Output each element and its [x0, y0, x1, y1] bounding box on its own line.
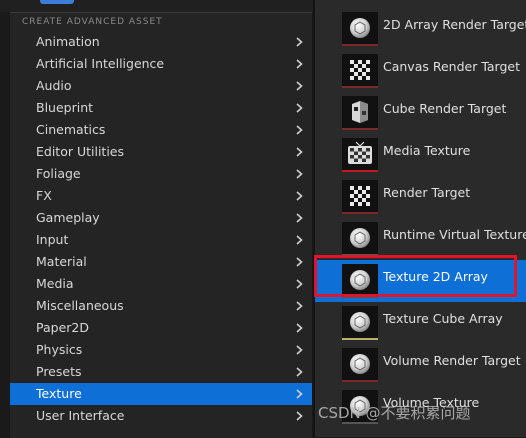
submenu-item-label: Canvas Render Target [383, 59, 520, 74]
menu-item-label: Paper2D [36, 320, 89, 335]
menu-item-label: Input [36, 232, 69, 247]
menu-item-label: Miscellaneous [36, 298, 124, 313]
sphere-icon [342, 306, 378, 340]
menu-item-label: Gameplay [36, 210, 100, 225]
submenu-item-label: Texture Cube Array [383, 311, 503, 326]
tv-icon [342, 138, 378, 172]
menu-item-gameplay[interactable]: Gameplay [10, 207, 312, 229]
chevron-right-icon [294, 207, 304, 229]
submenu-item-runtime-virtual-texture[interactable]: Runtime Virtual Texture [315, 218, 526, 260]
asset-type-color-strip [342, 86, 378, 88]
submenu-item-canvas-render-target[interactable]: Canvas Render Target [315, 50, 526, 92]
menu-item-label: Artificial Intelligence [36, 56, 165, 71]
watermark: CSDN @不要积累问题 [318, 404, 471, 422]
chevron-right-icon [294, 273, 304, 295]
asset-type-color-strip [342, 296, 378, 298]
menu-item-material[interactable]: Material [10, 251, 312, 273]
submenu-item-label: 2D Array Render Target [383, 17, 526, 32]
menu-item-label: Texture [36, 386, 82, 401]
menu-item-label: Editor Utilities [36, 144, 125, 159]
submenu-item-volume-render-target[interactable]: Volume Render Target [315, 344, 526, 386]
menu-item-media[interactable]: Media [10, 273, 312, 295]
cube-icon [342, 96, 378, 130]
menu-item-cinematics[interactable]: Cinematics [10, 119, 312, 141]
chevron-right-icon [294, 339, 304, 361]
submenu-item-label: Runtime Virtual Texture [383, 227, 526, 242]
asset-type-color-strip [342, 212, 378, 214]
submenu-item-2d-array-render-target[interactable]: 2D Array Render Target [315, 8, 526, 50]
menu-item-label: FX [36, 188, 52, 203]
chevron-right-icon [294, 119, 304, 141]
menu-item-label: Animation [36, 34, 100, 49]
menu-item-texture[interactable]: Texture [10, 383, 312, 405]
submenu-item-label: Media Texture [383, 143, 471, 158]
menu-item-miscellaneous[interactable]: Miscellaneous [10, 295, 312, 317]
chevron-right-icon [294, 53, 304, 75]
menu-item-blueprint[interactable]: Blueprint [10, 97, 312, 119]
chevron-right-icon [294, 141, 304, 163]
top-tab-indicator [40, 0, 74, 4]
chevron-right-icon [294, 97, 304, 119]
chevron-right-icon [294, 295, 304, 317]
chevron-right-icon [294, 75, 304, 97]
chevron-right-icon [294, 251, 304, 273]
asset-type-color-strip [342, 338, 378, 340]
menu-item-input[interactable]: Input [10, 229, 312, 251]
menu-item-physics[interactable]: Physics [10, 339, 312, 361]
asset-type-color-strip [342, 170, 378, 172]
sphere-icon [342, 348, 378, 382]
menu-item-user-interface[interactable]: User Interface [10, 405, 312, 427]
submenu-item-label: Volume Render Target [383, 353, 521, 368]
submenu-item-label: Cube Render Target [383, 101, 507, 116]
menu-item-label: Blueprint [36, 100, 94, 115]
menu-item-label: Material [36, 254, 87, 269]
asset-type-color-strip [342, 128, 378, 130]
chevron-right-icon [294, 163, 304, 185]
submenu-item-texture-2d-array[interactable]: Texture 2D Array [315, 260, 526, 302]
chevron-right-icon [294, 405, 304, 427]
sphere-icon [342, 264, 378, 298]
menu-item-label: Media [36, 276, 74, 291]
chevron-right-icon [294, 229, 304, 251]
submenu-item-texture-cube-array[interactable]: Texture Cube Array [315, 302, 526, 344]
menu-item-paper2d[interactable]: Paper2D [10, 317, 312, 339]
top-strip [0, 0, 313, 12]
checker-icon [342, 54, 378, 88]
menu-item-presets[interactable]: Presets [10, 361, 312, 383]
menu-item-fx[interactable]: FX [10, 185, 312, 207]
menu-header: CREATE ADVANCED ASSET [22, 17, 163, 27]
menu-item-label: Audio [36, 78, 72, 93]
chevron-right-icon [294, 317, 304, 339]
chevron-right-icon [294, 31, 304, 53]
menu-item-label: Presets [36, 364, 82, 379]
menu-item-label: User Interface [36, 408, 125, 423]
menu-item-artificial-intelligence[interactable]: Artificial Intelligence [10, 53, 312, 75]
menu-item-label: Cinematics [36, 122, 106, 137]
texture-submenu: 2D Array Render Target Canvas Render Targ… [313, 0, 526, 437]
chevron-right-icon [294, 383, 304, 405]
chevron-right-icon [294, 361, 304, 383]
menu-item-animation[interactable]: Animation [10, 31, 312, 53]
submenu-item-media-texture[interactable]: Media Texture [315, 134, 526, 176]
sphere-icon [342, 12, 378, 46]
menu-item-editor-utilities[interactable]: Editor Utilities [10, 141, 312, 163]
submenu-item-render-target[interactable]: Render Target [315, 176, 526, 218]
menu-item-list: Animation Artificial Intelligence Audio Blu… [10, 31, 312, 427]
menu-item-foliage[interactable]: Foliage [10, 163, 312, 185]
sphere-icon [342, 222, 378, 256]
create-advanced-asset-menu: CREATE ADVANCED ASSET Animation Artificia… [10, 12, 312, 438]
checker-icon [342, 180, 378, 214]
asset-type-color-strip [342, 254, 378, 256]
submenu-item-cube-render-target[interactable]: Cube Render Target [315, 92, 526, 134]
asset-type-color-strip [342, 44, 378, 46]
submenu-item-label: Texture 2D Array [383, 269, 488, 284]
menu-item-audio[interactable]: Audio [10, 75, 312, 97]
submenu-item-label: Render Target [383, 185, 471, 200]
asset-type-color-strip [342, 380, 378, 382]
menu-item-label: Physics [36, 342, 83, 357]
chevron-right-icon [294, 185, 304, 207]
menu-item-label: Foliage [36, 166, 81, 181]
